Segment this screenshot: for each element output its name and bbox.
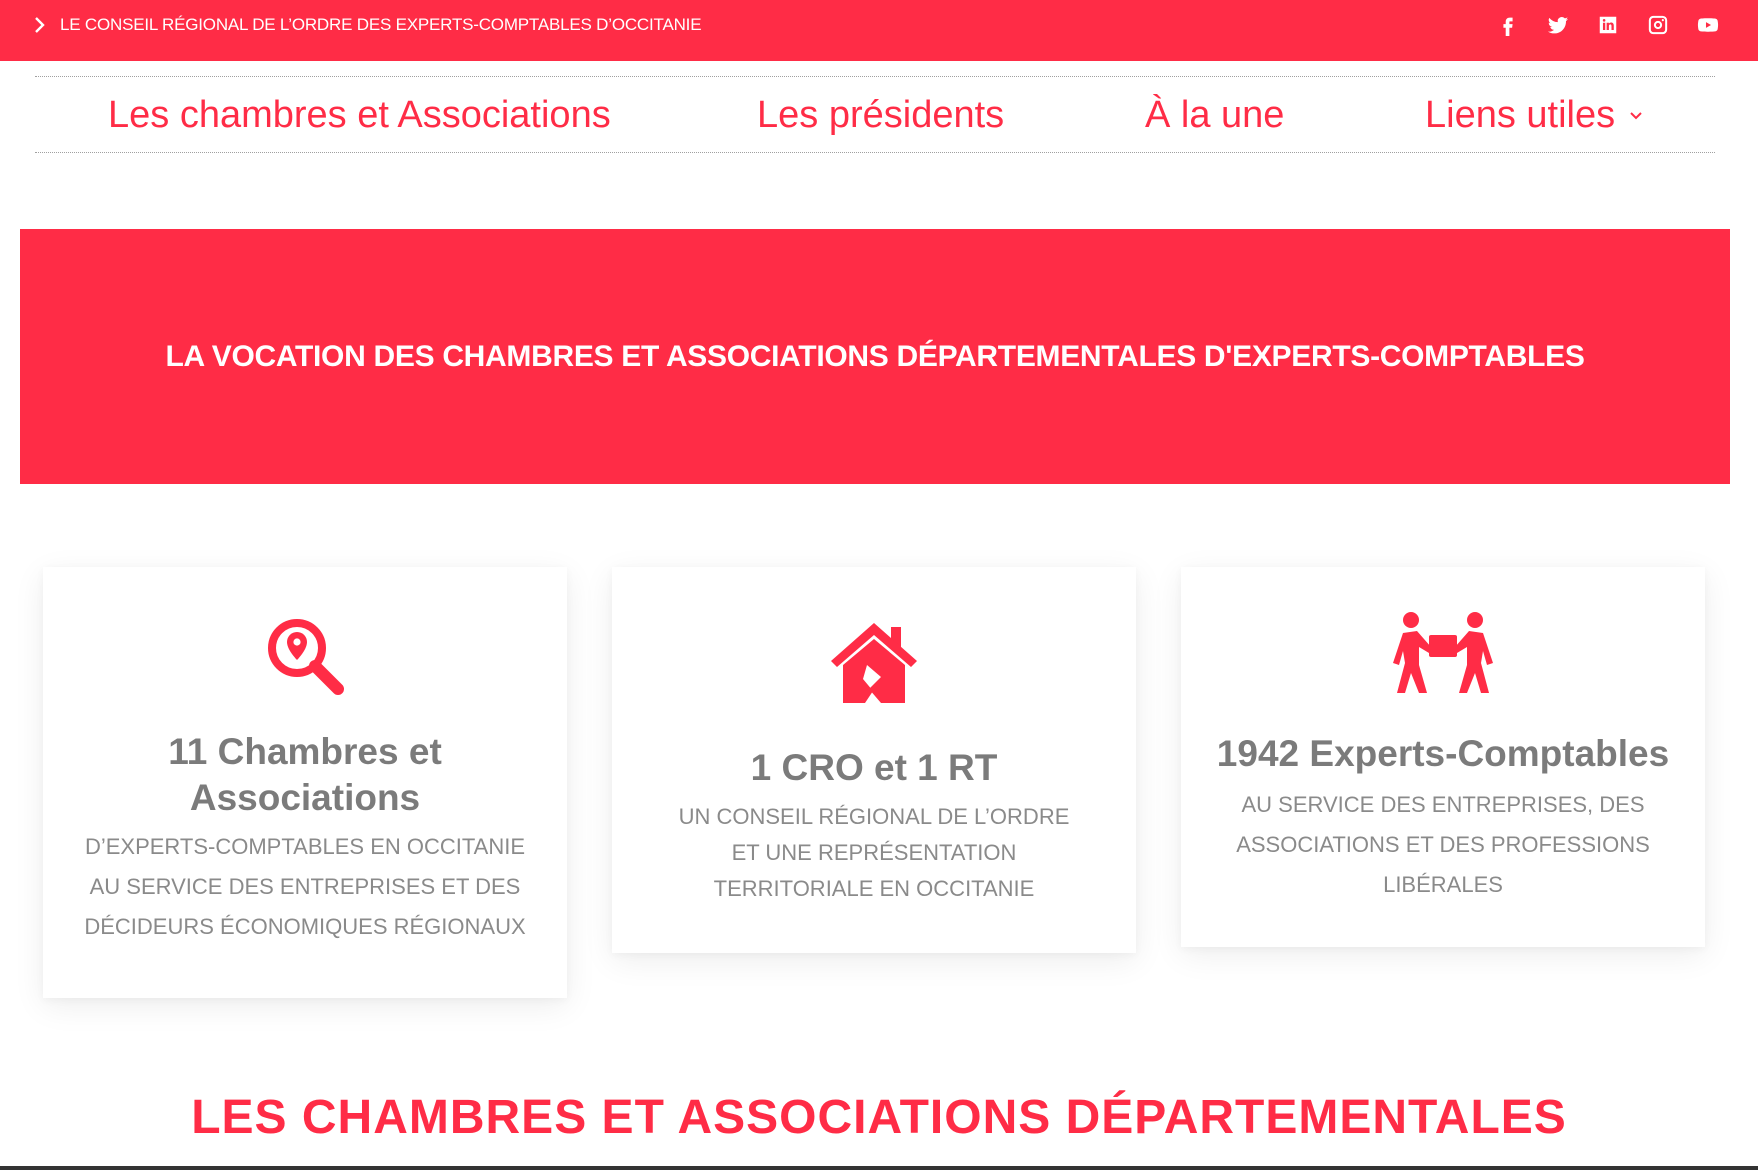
stat-card-cro: 1 CRO et 1 RT UN CONSEIL RÉGIONAL DE L’O… (612, 567, 1136, 953)
search-location-icon (268, 619, 344, 695)
top-bar-link[interactable]: LE CONSEIL RÉGIONAL DE L’ORDRE DES EXPER… (34, 0, 702, 50)
nav-item-liens-utiles[interactable]: Liens utiles (1425, 77, 1643, 154)
stat-value: 11 Chambres et Associations (43, 729, 567, 821)
youtube-icon[interactable] (1696, 13, 1720, 37)
stat-card-experts: 1942 Experts-Comptables AU SERVICE DES E… (1181, 567, 1705, 947)
bottom-divider (0, 1166, 1758, 1170)
nav-item-chambres[interactable]: Les chambres et Associations (108, 77, 611, 154)
nav-item-label: À la une (1145, 94, 1285, 136)
stat-value-line: 11 Chambres et (168, 731, 442, 772)
banner-title: LA VOCATION DES CHAMBRES ET ASSOCIATIONS… (165, 339, 1585, 373)
top-bar-link-label: LE CONSEIL RÉGIONAL DE L’ORDRE DES EXPER… (60, 15, 702, 34)
stat-card-chambres: 11 Chambres et Associations D’EXPERTS-CO… (43, 567, 567, 998)
nav-item-label: Les présidents (757, 94, 1005, 136)
stat-value-line: Associations (189, 777, 421, 818)
chevron-right-icon (35, 17, 45, 33)
nav-item-label: Les chambres et Associations (108, 94, 611, 136)
linkedin-icon[interactable] (1596, 13, 1620, 37)
top-bar: LE CONSEIL RÉGIONAL DE L’ORDRE DES EXPER… (0, 0, 1758, 61)
stat-description: UN CONSEIL RÉGIONAL DE L’ORDRE ET UNE RE… (678, 804, 1070, 901)
vocation-banner: LA VOCATION DES CHAMBRES ET ASSOCIATIONS… (20, 229, 1730, 484)
section-title: LES CHAMBRES ET ASSOCIATIONS DÉPARTEMENT… (191, 1091, 1567, 1144)
nav-item-presidents[interactable]: Les présidents (757, 77, 1004, 154)
social-links (1496, 0, 1720, 50)
instagram-icon[interactable] (1646, 13, 1670, 37)
people-carry-icon (1393, 612, 1493, 693)
nav-item-label: Liens utiles (1425, 94, 1616, 136)
nav-item-a-la-une[interactable]: À la une (1145, 77, 1284, 154)
twitter-icon[interactable] (1546, 13, 1570, 37)
main-nav: Les chambres et Associations Les préside… (35, 76, 1715, 153)
stat-value: 1 CRO et 1 RT (750, 747, 998, 788)
facebook-icon[interactable] (1496, 13, 1520, 37)
stat-value: 1942 Experts-Comptables (1216, 733, 1670, 774)
chevron-down-icon (1630, 111, 1642, 119)
house-damage-icon (831, 623, 917, 703)
stat-description: D’EXPERTS-COMPTABLES EN OCCITANIE AU SER… (84, 834, 526, 939)
stat-description: AU SERVICE DES ENTREPRISES, DES ASSOCIAT… (1236, 792, 1650, 897)
